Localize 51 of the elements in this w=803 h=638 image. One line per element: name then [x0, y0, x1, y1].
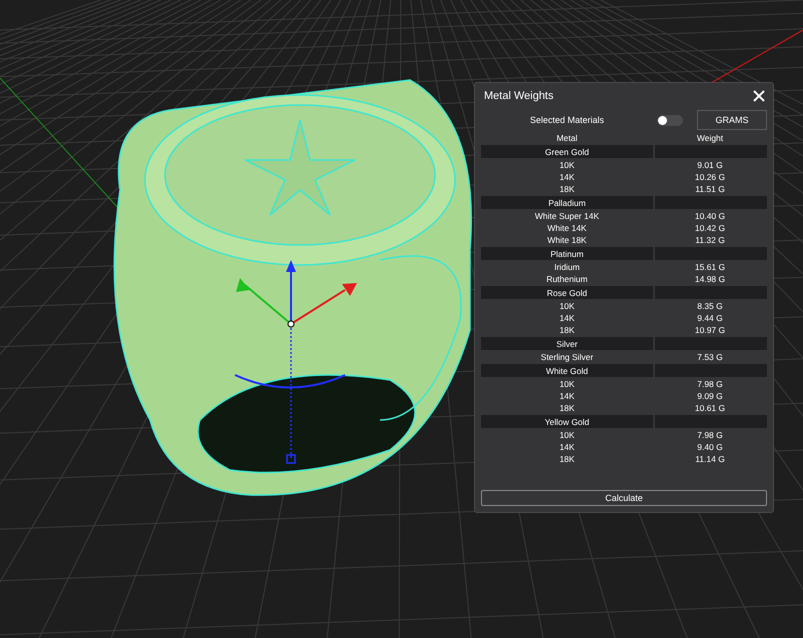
metal-cell-text: Sterling Silver — [540, 352, 594, 362]
metal-cell-text: 10K — [558, 430, 576, 440]
group-header: Yellow Gold — [481, 415, 653, 428]
weight-cell-text: 10.42 G — [694, 223, 726, 233]
metal-cell-text: White 18K — [546, 235, 588, 245]
weight-cell-text: 9.09 G — [696, 391, 724, 401]
weight-cell-text: 10.97 G — [694, 325, 726, 335]
metal-cell-text: Iridium — [553, 262, 581, 272]
metal-cell-text: 14K — [558, 172, 576, 182]
selected-materials-toggle[interactable] — [657, 114, 683, 126]
metal-cell-text: 18K — [558, 454, 576, 464]
weight-cell-text: 14.98 G — [694, 274, 726, 284]
group-header: Green Gold — [481, 145, 653, 158]
weight-cell-text: 11.32 G — [694, 235, 726, 245]
weight-cell-text: 7.53 G — [696, 352, 724, 362]
weight-cell-text: 10.40 G — [694, 211, 726, 221]
close-icon[interactable] — [753, 90, 765, 102]
unit-button[interactable]: GRAMS — [697, 110, 767, 130]
column-header: Metal — [556, 132, 578, 142]
weight-cell-text: 11.51 G — [694, 184, 726, 194]
weight-cell-text: 7.98 G — [696, 430, 724, 440]
calculate-button[interactable]: Calculate — [481, 490, 767, 506]
selected-materials-label: Selected Materials — [528, 115, 606, 125]
metal-cell-text: 10K — [558, 379, 576, 389]
weight-cell-text: 7.98 G — [696, 379, 724, 389]
weight-cell-text: 9.44 G — [696, 313, 724, 323]
metal-cell-text: 14K — [558, 442, 576, 452]
weight-cell-text: 10.26 G — [694, 172, 726, 182]
weight-cell-text: 8.35 G — [696, 301, 724, 311]
weight-cell-text: 10.61 G — [694, 403, 726, 413]
metal-cell-text: 10K — [558, 301, 576, 311]
metal-cell-text: 10K — [558, 160, 576, 170]
weight-cell-text: 9.40 G — [696, 442, 724, 452]
weight-cell-text: 9.01 G — [696, 160, 724, 170]
group-header: White Gold — [481, 364, 653, 377]
group-header: Rose Gold — [481, 286, 653, 299]
group-header: Palladium — [481, 196, 653, 209]
metal-cell-text: 14K — [558, 313, 576, 323]
metal-cell-text: 18K — [558, 184, 576, 194]
metal-cell-text: Ruthenium — [545, 274, 589, 284]
weight-cell-text: 15.61 G — [694, 262, 726, 272]
metal-cell-text: White Super 14K — [534, 211, 600, 221]
panel-title: Metal Weights — [484, 90, 554, 102]
weight-cell-text: 11.14 G — [694, 454, 726, 464]
metal-cell-text: 18K — [558, 403, 576, 413]
metal-cell-text: 14K — [558, 391, 576, 401]
metal-cell-text: White 14K — [546, 223, 588, 233]
column-header: Weight — [696, 132, 724, 142]
group-header: Silver — [481, 337, 653, 350]
group-header: Platinum — [481, 247, 653, 260]
metal-cell-text: 18K — [558, 325, 576, 335]
